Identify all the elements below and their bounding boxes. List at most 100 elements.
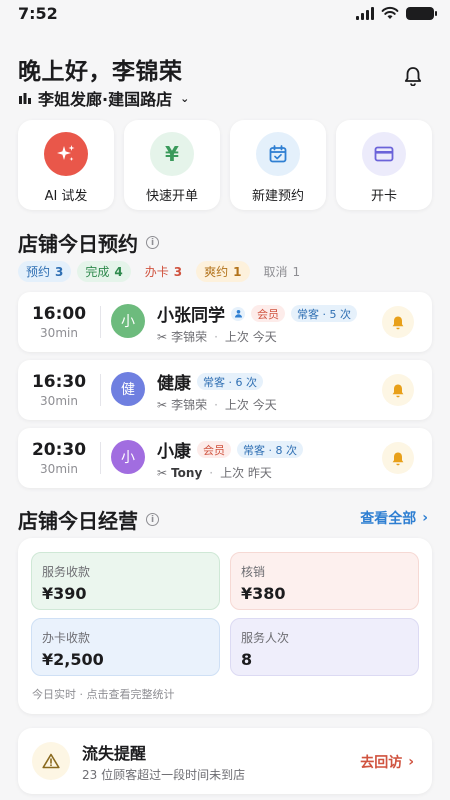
appointment-card[interactable]: 16:00 30min 小 小张同学 会员 常客 · 5 次 ✂ 李锦荣 · 上… [18,292,432,352]
status-time: 7:52 [18,4,58,23]
appointment-filter-chips: 预约 3 完成 4 办卡 3 爽约 1 取消 1 [18,261,308,282]
stat-label: 办卡收款 [42,631,91,645]
avatar: 健 [111,372,145,406]
view-all-link[interactable]: 查看全部 › [360,508,428,528]
bell-icon [404,67,422,87]
info-icon[interactable]: i [146,236,159,249]
follow-up-button[interactable]: 去回访 › [360,752,414,772]
sparkle-icon [44,132,88,176]
scissors-icon: ✂ [157,397,168,412]
bell-icon [392,316,404,329]
appointments-section-title: 店铺今日预约 i [18,228,159,257]
chip-card[interactable]: 办卡 3 [137,261,190,282]
stat-label: 服务人次 [241,631,290,645]
churn-alert-title: 流失提醒 [82,744,147,763]
avatar: 小 [111,304,145,338]
info-icon[interactable]: i [146,513,159,526]
chip-cancelled[interactable]: 取消 1 [256,261,309,282]
chip-label: 爽约 [204,265,229,279]
chip-count: 3 [55,264,64,279]
person-icon [231,306,245,321]
status-bar: 7:52 [0,0,450,28]
ai-try-hair-button[interactable]: AI 试发 [18,120,114,210]
member-tag: 会员 [197,441,231,458]
remind-button[interactable] [382,306,414,338]
quick-order-button[interactable]: ¥ 快速开单 [124,120,220,210]
appointment-meta: ✂ 李锦荣 · 上次 今天 [157,328,277,345]
chip-completed[interactable]: 完成 4 [77,261,131,282]
separator-dot: · [214,329,218,344]
store-name: 李姐发廊·建国路店 [38,90,173,109]
stat-value: ¥380 [241,584,286,603]
chip-label: 完成 [85,265,110,279]
customer-name-row: 健康 常客 · 6 次 [157,369,263,394]
wifi-icon [381,6,399,19]
chip-count: 3 [173,264,183,279]
stat-card-revenue[interactable]: 办卡收款 ¥2,500 [31,618,220,676]
churn-alert-card[interactable]: 流失提醒 23 位顾客超过一段时间未到店 去回访 › [18,728,432,794]
chip-no-show[interactable]: 爽约 1 [196,261,250,282]
stats-note: 今日实时 · 点击查看完整统计 [32,688,175,701]
signal-icon [356,6,374,20]
card-icon [362,132,406,176]
regular-tag: 常客 · 8 次 [237,441,303,458]
open-card-button[interactable]: 开卡 [336,120,432,210]
bell-icon [392,452,404,465]
customer-name-row: 小张同学 会员 常客 · 5 次 [157,301,357,326]
stat-redemption[interactable]: 核销 ¥380 [230,552,419,610]
remind-button[interactable] [382,374,414,406]
business-stats-panel[interactable]: 服务收款 ¥390 核销 ¥380 办卡收款 ¥2,500 服务人次 8 今日实… [18,538,432,714]
remind-button[interactable] [382,442,414,474]
chip-label: 办卡 [144,265,169,279]
chevron-right-icon: › [408,754,414,770]
appointment-duration: 30min [40,462,78,476]
appointment-meta: ✂ Tony · 上次 昨天 [157,464,272,481]
stat-value: ¥2,500 [42,650,104,669]
business-title-text: 店铺今日经营 [18,509,138,533]
action-label: 开卡 [370,189,397,204]
appointment-time: 20:30 [31,440,87,460]
business-section-title: 店铺今日经营 i [18,505,159,534]
stat-label: 核销 [241,565,266,579]
chip-booked[interactable]: 预约 3 [18,261,72,282]
new-appointment-button[interactable]: 新建预约 [230,120,326,210]
churn-alert-description: 23 位顾客超过一段时间未到店 [82,768,246,782]
status-icons [356,6,437,20]
scissors-icon: ✂ [157,329,168,344]
regular-tag: 常客 · 6 次 [197,373,263,390]
stat-service-revenue[interactable]: 服务收款 ¥390 [31,552,220,610]
separator-dot: · [214,397,218,412]
stat-value: 8 [241,650,253,669]
notification-button[interactable] [404,66,422,90]
bell-icon [392,384,404,397]
appointment-card[interactable]: 16:30 30min 健 健康 常客 · 6 次 ✂ 李锦荣 · 上次 今天 [18,360,432,420]
calendar-icon [256,132,300,176]
action-label: 快速开单 [145,189,198,204]
divider [100,374,101,406]
chevron-down-icon: ⌄ [180,91,190,105]
store-selector[interactable]: 李姐发廊·建国路店 ⌄ [18,86,189,110]
appointments-title-text: 店铺今日预约 [18,232,138,256]
appointment-time: 16:00 [31,304,87,324]
chip-label: 取消 [263,265,288,279]
chip-count: 1 [233,264,242,279]
scissors-icon: ✂ [157,465,168,480]
stat-value: ¥390 [42,584,87,603]
chip-count: 1 [292,264,301,279]
chip-label: 预约 [26,265,51,279]
appointment-meta: ✂ 李锦荣 · 上次 今天 [157,396,277,413]
store-icon [19,93,31,104]
quick-actions: AI 试发 ¥ 快速开单 新建预约 开卡 [18,120,432,210]
chip-count: 4 [114,264,123,279]
appointment-card[interactable]: 20:30 30min 小 小康 会员 常客 · 8 次 ✂ Tony · 上次… [18,428,432,488]
action-label: AI 试发 [44,189,88,204]
battery-icon [406,6,437,20]
customer-name-row: 小康 会员 常客 · 8 次 [157,437,303,462]
last-visit: 上次 昨天 [220,466,272,480]
stat-service-count[interactable]: 服务人次 8 [230,618,419,676]
warning-icon [32,742,70,780]
customer-name: 小康 [157,442,191,462]
stylist-name: 李锦荣 [171,330,208,344]
view-all-label: 查看全部 [360,511,417,527]
appointment-duration: 30min [40,326,78,340]
